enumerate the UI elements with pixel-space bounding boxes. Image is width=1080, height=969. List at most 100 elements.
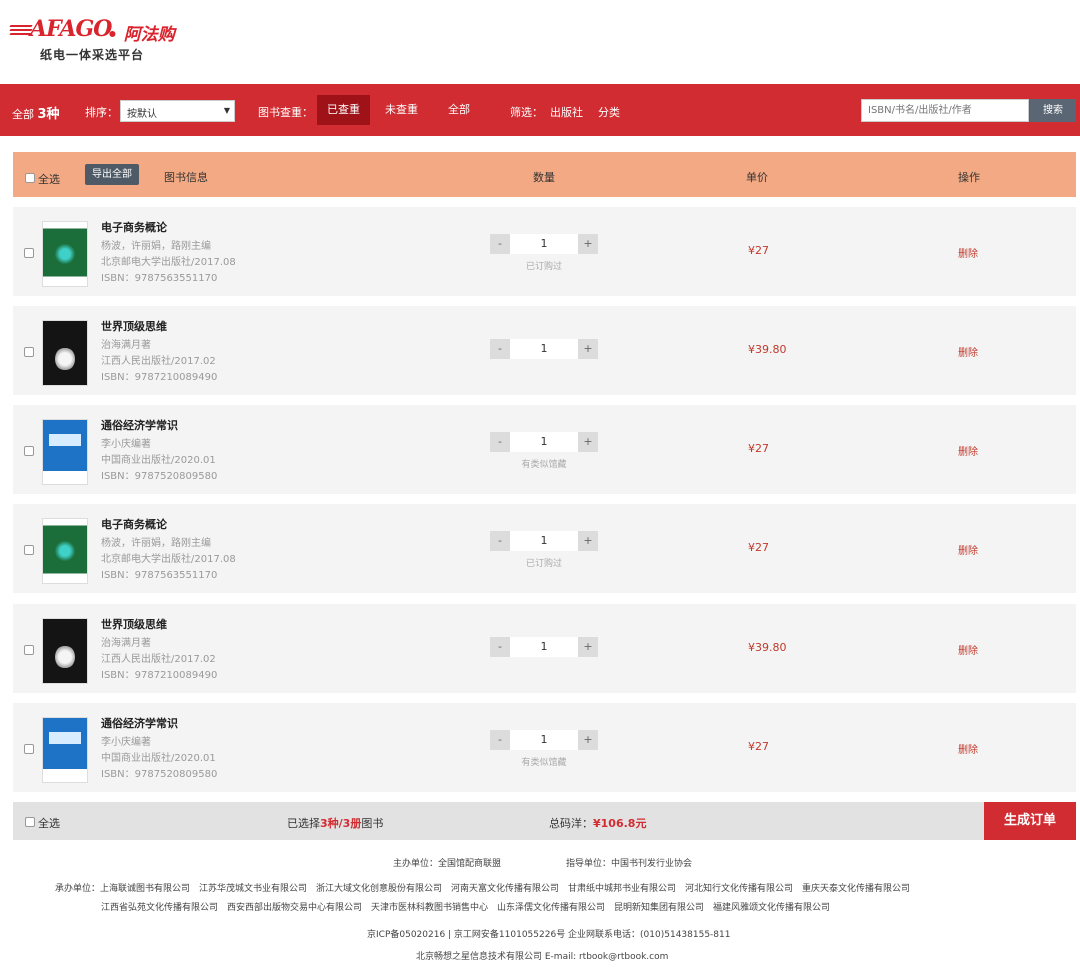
delete-link[interactable]: 删除 xyxy=(958,443,978,458)
book-publisher: 北京邮电大学出版社/2017.08 xyxy=(101,257,236,268)
caret-down-icon: ▼ xyxy=(223,106,230,115)
delete-link[interactable]: 删除 xyxy=(958,344,978,359)
row-checkbox[interactable] xyxy=(24,248,34,258)
book-authors: 治海满月著 xyxy=(101,638,151,649)
book-isbn: ISBN：9787520809580 xyxy=(101,471,218,482)
quantity-input[interactable]: 1 xyxy=(510,339,578,359)
book-title[interactable]: 电子商务概论 xyxy=(101,219,167,235)
delete-link[interactable]: 删除 xyxy=(958,741,978,756)
row-checkbox[interactable] xyxy=(24,347,34,357)
tab-all[interactable]: 全部 xyxy=(438,95,480,125)
book-title[interactable]: 世界顶级思维 xyxy=(101,318,167,334)
row-checkbox[interactable] xyxy=(24,744,34,754)
increment-button[interactable]: + xyxy=(578,234,598,254)
decrement-button[interactable]: - xyxy=(490,637,510,657)
book-cover[interactable] xyxy=(42,518,88,584)
delete-link[interactable]: 删除 xyxy=(958,245,978,260)
footer-host: 主办单位：全国馆配商联盟 xyxy=(393,859,502,869)
unit-price: ¥39.80 xyxy=(748,343,787,356)
book-publisher: 北京邮电大学出版社/2017.08 xyxy=(101,554,236,565)
quantity-input[interactable]: 1 xyxy=(510,531,578,551)
quantity-stepper: - 1 + xyxy=(490,637,598,657)
selected-prefix: 已选择 xyxy=(287,817,320,830)
table-header: 全选 导出全部 图书信息 数量 单价 操作 xyxy=(13,152,1076,197)
selected-summary: 已选择3种/3册图书 xyxy=(287,815,383,831)
book-title[interactable]: 世界顶级思维 xyxy=(101,616,167,632)
quantity-input[interactable]: 1 xyxy=(510,730,578,750)
quantity-stepper: - 1 + xyxy=(490,234,598,254)
select-all-checkbox-bottom[interactable] xyxy=(25,817,35,827)
site-logo[interactable]: AFAGO • 阿法购 纸电一体采选平台 xyxy=(9,16,212,66)
unit-price: ¥27 xyxy=(748,442,769,455)
book-publisher: 江西人民出版社/2017.02 xyxy=(101,356,216,367)
unit-price: ¥39.80 xyxy=(748,641,787,654)
book-cover[interactable] xyxy=(42,221,88,287)
logo-stripes-icon xyxy=(9,25,33,37)
book-cover[interactable] xyxy=(42,618,88,684)
footer-guide: 指导单位：中国书刊发行业协会 xyxy=(566,859,693,869)
table-row: 通俗经济学常识 李小庆编著 中国商业出版社/2020.01 ISBN：97875… xyxy=(13,405,1076,494)
increment-button[interactable]: + xyxy=(578,637,598,657)
search-button[interactable]: 搜索 xyxy=(1030,99,1076,122)
increment-button[interactable]: + xyxy=(578,339,598,359)
book-authors: 李小庆编著 xyxy=(101,737,151,748)
table-row: 电子商务概论 杨波，许丽娟，路刚主编 北京邮电大学出版社/2017.08 ISB… xyxy=(13,504,1076,593)
sort-label: 排序： xyxy=(85,106,118,119)
select-all-label-bottom: 全选 xyxy=(38,817,60,830)
search-input[interactable] xyxy=(861,99,1029,122)
total-count-value: 3种 xyxy=(37,107,60,122)
sort-selected-value: 按默认 xyxy=(127,109,157,120)
quantity-input[interactable]: 1 xyxy=(510,432,578,452)
tab-not-deduped[interactable]: 未查重 xyxy=(375,95,428,125)
logo-wordmark: AFAGO xyxy=(30,16,112,42)
book-isbn: ISBN：9787520809580 xyxy=(101,769,218,780)
tab-deduped[interactable]: 已查重 xyxy=(317,95,370,125)
quantity-stepper: - 1 + xyxy=(490,339,598,359)
decrement-button[interactable]: - xyxy=(490,339,510,359)
row-checkbox[interactable] xyxy=(24,645,34,655)
unit-price: ¥27 xyxy=(748,740,769,753)
delete-link[interactable]: 删除 xyxy=(958,542,978,557)
delete-link[interactable]: 删除 xyxy=(958,642,978,657)
table-row: 世界顶级思维 治海满月著 江西人民出版社/2017.02 ISBN：978721… xyxy=(13,604,1076,693)
book-title[interactable]: 通俗经济学常识 xyxy=(101,417,178,433)
book-cover[interactable] xyxy=(42,320,88,386)
select-all-checkbox[interactable] xyxy=(25,173,35,183)
footer-organizers-line1: 承办单位：上海联诚图书有限公司 江苏华茂城文书业有限公司 浙江大域文化创意股份有… xyxy=(55,884,911,894)
book-title[interactable]: 通俗经济学常识 xyxy=(101,715,178,731)
total-count: 全部 3种 xyxy=(12,103,60,122)
summary-bar: 全选 已选择3种/3册图书 总码洋：¥106.8元 生成订单 xyxy=(13,802,1076,840)
decrement-button[interactable]: - xyxy=(490,531,510,551)
export-all-button[interactable]: 导出全部 xyxy=(85,164,139,185)
column-price: 单价 xyxy=(746,171,768,184)
quantity-input[interactable]: 1 xyxy=(510,234,578,254)
logo-tagline: 纸电一体采选平台 xyxy=(40,48,145,62)
book-authors: 治海满月著 xyxy=(101,340,151,351)
table-row: 通俗经济学常识 李小庆编著 中国商业出版社/2020.01 ISBN：97875… xyxy=(13,703,1076,792)
decrement-button[interactable]: - xyxy=(490,432,510,452)
book-cover[interactable] xyxy=(42,717,88,783)
increment-button[interactable]: + xyxy=(578,432,598,452)
book-cover[interactable] xyxy=(42,419,88,485)
decrement-button[interactable]: - xyxy=(490,234,510,254)
generate-order-button[interactable]: 生成订单 xyxy=(984,802,1076,840)
increment-button[interactable]: + xyxy=(578,531,598,551)
book-authors: 李小庆编著 xyxy=(101,439,151,450)
row-checkbox[interactable] xyxy=(24,446,34,456)
quantity-input[interactable]: 1 xyxy=(510,637,578,657)
book-title[interactable]: 电子商务概论 xyxy=(101,516,167,532)
filter-publisher[interactable]: 出版社 xyxy=(550,104,583,120)
filter-category[interactable]: 分类 xyxy=(598,104,620,120)
footer-organizers-line2: 江西省弘苑文化传播有限公司 西安西部出版物交易中心有限公司 天津市医林科教图书销… xyxy=(101,903,831,913)
increment-button[interactable]: + xyxy=(578,730,598,750)
unit-price: ¥27 xyxy=(748,244,769,257)
book-isbn: ISBN：9787563551170 xyxy=(101,570,218,581)
total-price-value: ¥106.8元 xyxy=(593,817,647,830)
selected-count: 3种/3册 xyxy=(320,817,362,830)
order-note: 已订购过 xyxy=(525,559,562,569)
selected-suffix: 图书 xyxy=(361,817,384,830)
row-checkbox[interactable] xyxy=(24,545,34,555)
decrement-button[interactable]: - xyxy=(490,730,510,750)
sort-select[interactable]: 按默认 ▼ xyxy=(120,100,235,122)
book-publisher: 中国商业出版社/2020.01 xyxy=(101,455,216,466)
